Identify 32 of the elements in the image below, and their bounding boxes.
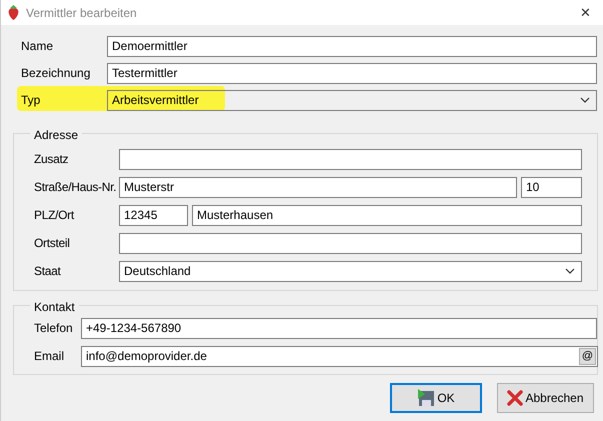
input-field[interactable] xyxy=(119,232,582,254)
input-field[interactable]: 10 xyxy=(521,176,582,198)
dropdown[interactable]: Arbeitsvermittler xyxy=(107,90,597,110)
input-field[interactable]: info@demoprovider.de @ xyxy=(81,346,598,366)
ok-button[interactable]: OK xyxy=(390,383,482,413)
field-label: Name xyxy=(21,38,54,55)
field-label: Staat xyxy=(34,263,62,280)
chevron-down-icon xyxy=(580,97,590,103)
input-field[interactable]: 12345 xyxy=(119,204,188,226)
field-label: Telefon xyxy=(34,320,74,337)
field-label: Email xyxy=(34,348,66,365)
field-label: Bezeichnung xyxy=(21,65,92,82)
input-field[interactable]: +49-1234-567890 xyxy=(81,318,597,338)
close-icon xyxy=(507,390,524,406)
field-label: Zusatz xyxy=(34,151,70,168)
field-label: Typ xyxy=(21,92,42,109)
chevron-down-icon xyxy=(565,268,575,274)
field-label: Ortsteil xyxy=(34,235,71,252)
cancel-button[interactable]: Abbrechen xyxy=(497,383,594,413)
dropdown[interactable]: Deutschland xyxy=(119,260,582,282)
save-icon xyxy=(417,389,436,407)
strawberry-icon xyxy=(7,5,20,20)
window-title: Vermittler bearbeiten xyxy=(26,4,137,22)
input-field[interactable]: Demoermittler xyxy=(107,36,597,56)
close-button[interactable]: ✕ xyxy=(580,2,591,22)
input-field[interactable]: Musterhausen xyxy=(192,204,582,226)
field-label: Straße/Haus-Nr. xyxy=(34,179,115,196)
input-field[interactable]: Testermittler xyxy=(107,62,597,84)
at-button[interactable]: @ xyxy=(579,348,596,364)
input-field[interactable]: Musterstr xyxy=(119,176,517,198)
field-label: PLZ/Ort xyxy=(34,207,76,224)
input-field[interactable] xyxy=(119,148,582,170)
